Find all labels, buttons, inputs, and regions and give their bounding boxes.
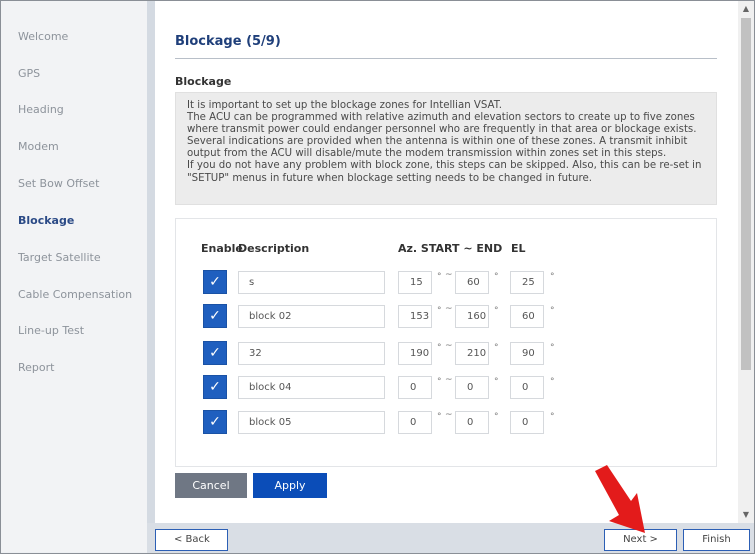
degree-label: °: [437, 306, 442, 316]
description-input[interactable]: block 05: [238, 411, 385, 434]
table-row: ✓ block 02 153 ° ~ 160 ° 60 °: [155, 304, 738, 330]
enable-checkbox[interactable]: ✓: [203, 375, 227, 399]
table-row: ✓ 32 190 ° ~ 210 ° 90 °: [155, 341, 738, 367]
table-row: ✓ block 05 0 ° ~ 0 ° 0 °: [155, 410, 738, 436]
cancel-button[interactable]: Cancel: [175, 473, 247, 498]
description-input[interactable]: 32: [238, 342, 385, 365]
tilde-label: ~: [445, 304, 453, 314]
el-input[interactable]: 0: [510, 411, 544, 434]
degree-label: °: [550, 306, 555, 316]
enable-checkbox[interactable]: ✓: [203, 270, 227, 294]
az-end-input[interactable]: 210: [455, 342, 489, 365]
az-start-input[interactable]: 190: [398, 342, 432, 365]
apply-button[interactable]: Apply: [253, 473, 327, 498]
title-divider: [175, 58, 717, 59]
table-row: ✓ s 15 ° ~ 60 ° 25 °: [155, 270, 738, 296]
degree-label: °: [550, 272, 555, 282]
description-input[interactable]: block 02: [238, 305, 385, 328]
degree-label: °: [494, 377, 499, 387]
az-start-input[interactable]: 153: [398, 305, 432, 328]
enable-checkbox[interactable]: ✓: [203, 341, 227, 365]
degree-label: °: [550, 377, 555, 387]
sidebar: Welcome GPS Heading Modem Set Bow Offset…: [1, 1, 147, 552]
table-row: ✓ block 04 0 ° ~ 0 ° 0 °: [155, 375, 738, 401]
sidebar-item-gps[interactable]: GPS: [18, 67, 40, 80]
scroll-down-arrow-icon[interactable]: ▼: [738, 507, 754, 523]
sidebar-item-line-up-test[interactable]: Line-up Test: [18, 324, 84, 337]
az-end-input[interactable]: 0: [455, 411, 489, 434]
description-input[interactable]: s: [238, 271, 385, 294]
degree-label: °: [550, 343, 555, 353]
enable-checkbox[interactable]: ✓: [203, 410, 227, 434]
next-button[interactable]: Next >: [604, 529, 677, 551]
az-start-input[interactable]: 0: [398, 411, 432, 434]
degree-label: °: [494, 306, 499, 316]
sidebar-item-set-bow-offset[interactable]: Set Bow Offset: [18, 177, 99, 190]
az-start-input[interactable]: 0: [398, 376, 432, 399]
sidebar-item-cable-compensation[interactable]: Cable Compensation: [18, 288, 132, 301]
header-enable: Enable: [201, 242, 243, 255]
sidebar-item-report[interactable]: Report: [18, 361, 54, 374]
tilde-label: ~: [445, 375, 453, 385]
degree-label: °: [494, 272, 499, 282]
tilde-label: ~: [445, 410, 453, 420]
tilde-label: ~: [445, 341, 453, 351]
scroll-up-arrow-icon[interactable]: ▲: [738, 1, 754, 17]
sidebar-item-target-satellite[interactable]: Target Satellite: [18, 251, 101, 264]
degree-label: °: [437, 412, 442, 422]
sidebar-item-modem[interactable]: Modem: [18, 140, 59, 153]
wizard-footer: < Back Next > Finish: [147, 523, 754, 553]
degree-label: °: [494, 412, 499, 422]
degree-label: °: [437, 377, 442, 387]
header-el: EL: [511, 242, 526, 255]
degree-label: °: [494, 343, 499, 353]
degree-label: °: [437, 272, 442, 282]
sidebar-item-welcome[interactable]: Welcome: [18, 30, 68, 43]
tilde-label: ~: [445, 270, 453, 280]
degree-label: °: [550, 412, 555, 422]
content-gutter: [147, 1, 155, 523]
header-description: Description: [238, 242, 310, 255]
info-paragraph: If you do not have any problem with bloc…: [187, 160, 702, 184]
info-box: It is important to set up the blockage z…: [175, 92, 717, 205]
el-input[interactable]: 60: [510, 305, 544, 328]
enable-checkbox[interactable]: ✓: [203, 304, 227, 328]
el-input[interactable]: 0: [510, 376, 544, 399]
sidebar-item-blockage[interactable]: Blockage: [18, 214, 74, 227]
degree-label: °: [437, 343, 442, 353]
info-paragraph: It is important to set up the blockage z…: [187, 100, 502, 111]
header-az-range: Az. START ~ END: [398, 242, 503, 255]
page-title: Blockage (5/9): [175, 34, 281, 49]
finish-button[interactable]: Finish: [683, 529, 750, 551]
description-input[interactable]: block 04: [238, 376, 385, 399]
sidebar-item-heading[interactable]: Heading: [18, 103, 64, 116]
el-input[interactable]: 90: [510, 342, 544, 365]
section-heading: Blockage: [175, 75, 232, 88]
back-button[interactable]: < Back: [155, 529, 228, 551]
az-end-input[interactable]: 60: [455, 271, 489, 294]
scroll-thumb[interactable]: [741, 18, 751, 370]
main-content: Blockage (5/9) Blockage It is important …: [155, 1, 738, 523]
vertical-scrollbar[interactable]: ▲ ▼: [738, 1, 754, 523]
az-start-input[interactable]: 15: [398, 271, 432, 294]
el-input[interactable]: 25: [510, 271, 544, 294]
info-paragraph: The ACU can be programmed with relative …: [187, 112, 697, 160]
az-end-input[interactable]: 0: [455, 376, 489, 399]
az-end-input[interactable]: 160: [455, 305, 489, 328]
